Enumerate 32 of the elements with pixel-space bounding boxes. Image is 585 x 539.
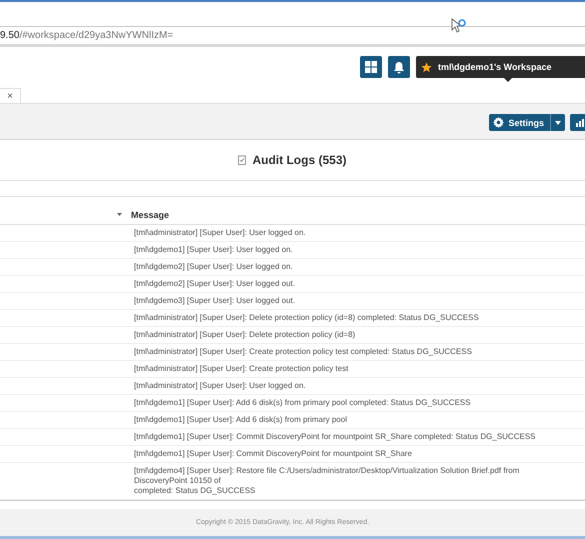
settings-button[interactable]: Settings bbox=[489, 114, 565, 131]
log-message: [tml\dgdemo1] [Super User]: Commit DiscoveryPoint for mountpoint SR_Share completed: Status DG_SUCCESS bbox=[134, 432, 536, 441]
log-message: [tml\administrator] [Super User]: User logged on. bbox=[134, 228, 306, 237]
log-message: [tml\dgdemo2] [Super User]: User logged out. bbox=[134, 279, 295, 288]
panel-title: Audit Logs (553) bbox=[252, 153, 346, 168]
log-message: [tml\dgdemo3] [Super User]: User logged out. bbox=[134, 296, 295, 305]
log-message: [tml\administrator] [Super User]: Delete protection policy (id=8) bbox=[134, 330, 356, 339]
log-message: [tml\dgdemo1] [Super User]: Commit DiscoveryPoint for mountpoint SR_Share bbox=[134, 449, 412, 458]
log-message: [tml\dgdemo4] [Super User]: Restore file C:/Users/administrator/Desktop/Virtualization Solution Brief.pdf from DiscoveryPoint 10150 of completed: Status DG_SUCCESS bbox=[0, 463, 585, 500]
chart-button[interactable] bbox=[570, 114, 585, 131]
notifications-button[interactable] bbox=[388, 56, 410, 78]
log-message: [tml\administrator] [Super User]: User logged on. bbox=[134, 381, 306, 390]
bell-icon bbox=[393, 60, 405, 74]
log-message: [tml\dgdemo1] [Super User]: User logged on. bbox=[134, 245, 293, 254]
log-message: [tml\administrator] [Super User]: Create protection policy test completed: Status DG_SUCCESS bbox=[134, 347, 472, 356]
log-message: [tml\dgdemo2] [Super User]: User logged on. bbox=[134, 262, 293, 271]
tab-close-button[interactable]: × bbox=[0, 88, 21, 103]
column-header[interactable]: Message bbox=[131, 210, 170, 220]
settings-icon bbox=[493, 117, 504, 128]
workspace-name: tml\dgdemo1's Workspace bbox=[438, 62, 552, 72]
log-message: [tml\dgdemo1] [Super User]: Add 6 disk(s) from primary pool completed: Status DG_SUCCESS bbox=[134, 398, 471, 407]
log-message: [tml\administrator] [Super User]: Create protection policy test bbox=[134, 364, 348, 373]
clipboard-icon bbox=[238, 155, 246, 166]
busy-cursor-icon bbox=[451, 18, 467, 34]
sort-caret-icon[interactable] bbox=[117, 213, 122, 216]
grid-icon bbox=[365, 61, 377, 73]
log-message: [tml\dgdemo1] [Super User]: Add 6 disk(s) from primary pool bbox=[134, 415, 347, 424]
caret-icon bbox=[555, 120, 561, 124]
log-message: [tml\administrator] [Super User]: Delete protection policy (id=8) completed: Status DG_SUCCESS bbox=[134, 313, 479, 322]
bar-chart-icon bbox=[575, 118, 585, 127]
star-icon bbox=[421, 62, 432, 72]
apps-grid-button[interactable] bbox=[360, 56, 382, 78]
